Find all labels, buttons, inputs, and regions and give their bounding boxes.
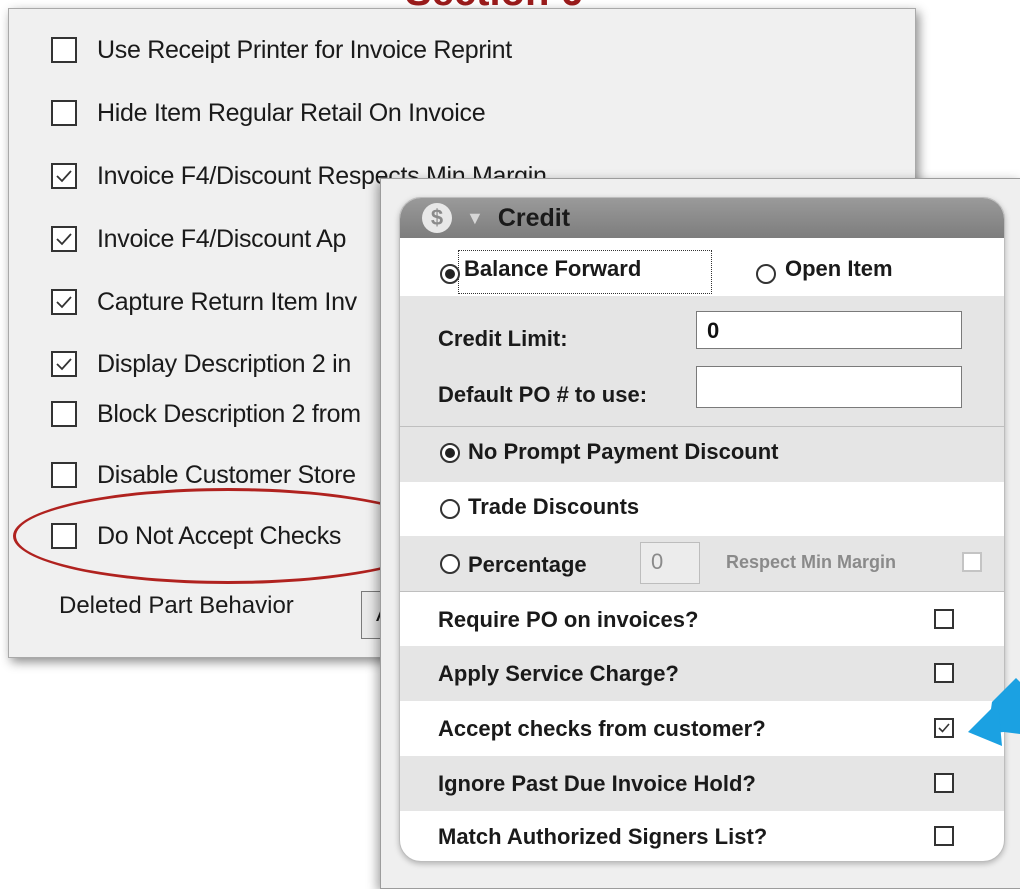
credit-limit-input[interactable]: 0	[696, 311, 962, 349]
apply-service-charge-label: Apply Service Charge?	[438, 661, 679, 686]
option-label: Block Description 2 from	[97, 399, 361, 428]
require-po-label: Require PO on invoices?	[438, 607, 699, 632]
credit-limit-label: Credit Limit:	[438, 326, 568, 351]
match-signers-label: Match Authorized Signers List?	[438, 824, 768, 849]
respect-min-margin-label: Respect Min Margin	[726, 552, 897, 572]
option-checkbox[interactable]	[51, 37, 77, 63]
dollar-icon: $	[422, 203, 452, 233]
open-item-radio[interactable]	[756, 264, 776, 284]
option-checkbox[interactable]	[51, 163, 77, 189]
option-label: Hide Item Regular Retail On Invoice	[97, 98, 486, 127]
collapse-triangle-icon[interactable]: ▼	[466, 208, 484, 229]
option-row[interactable]: Display Description 2 in	[51, 349, 351, 379]
option-checkbox[interactable]	[51, 462, 77, 488]
trade-discounts-row: Trade Discounts	[400, 481, 1004, 536]
match-signers-checkbox[interactable]	[934, 826, 954, 846]
default-po-label: Default PO # to use:	[438, 382, 648, 407]
require-po-row: Require PO on invoices?	[400, 591, 1004, 647]
option-row[interactable]: Hide Item Regular Retail On Invoice	[51, 98, 486, 128]
credit-card: $ ▼ Credit Balance Forward Open Item Cre…	[399, 197, 1005, 862]
ignore-past-due-checkbox[interactable]	[934, 773, 954, 793]
option-row[interactable]: Capture Return Item Inv	[51, 287, 357, 317]
option-label: Do Not Accept Checks	[97, 521, 342, 550]
checkmark-icon	[56, 296, 72, 309]
accept-checks-checkbox[interactable]	[934, 718, 954, 738]
option-row[interactable]: Do Not Accept Checks	[51, 521, 341, 551]
ignore-past-due-label: Ignore Past Due Invoice Hold?	[438, 771, 756, 796]
option-row[interactable]: Disable Customer Store	[51, 460, 356, 490]
option-checkbox[interactable]	[51, 523, 77, 549]
apply-service-charge-checkbox[interactable]	[934, 663, 954, 683]
blue-arrow-icon	[968, 678, 1020, 746]
option-row[interactable]: Invoice F4/Discount Ap	[51, 224, 346, 254]
credit-header[interactable]: $ ▼ Credit	[400, 198, 1004, 238]
billing-type-row: Balance Forward Open Item	[400, 238, 1004, 296]
accept-checks-row: Accept checks from customer?	[400, 701, 1004, 756]
checkmark-icon	[56, 170, 72, 183]
trade-discounts-label[interactable]: Trade Discounts	[468, 494, 639, 520]
open-item-label[interactable]: Open Item	[785, 256, 893, 282]
option-checkbox[interactable]	[51, 226, 77, 252]
option-checkbox[interactable]	[51, 100, 77, 126]
percentage-row: Percentage 0 Respect Min Margin	[400, 536, 1004, 591]
percentage-radio[interactable]	[440, 554, 460, 574]
respect-min-margin-checkbox[interactable]	[962, 552, 982, 572]
no-prompt-discount-row: No Prompt Payment Discount	[400, 426, 1004, 482]
no-prompt-discount-label[interactable]: No Prompt Payment Discount	[468, 439, 778, 465]
option-checkbox[interactable]	[51, 289, 77, 315]
checkmark-icon	[56, 358, 72, 371]
balance-forward-radio[interactable]	[440, 264, 460, 284]
credit-settings-window: $ ▼ Credit Balance Forward Open Item Cre…	[380, 178, 1020, 889]
option-row[interactable]: Use Receipt Printer for Invoice Reprint	[51, 35, 512, 65]
ignore-past-due-row: Ignore Past Due Invoice Hold?	[400, 756, 1004, 811]
no-prompt-discount-radio[interactable]	[440, 443, 460, 463]
require-po-checkbox[interactable]	[934, 609, 954, 629]
credit-fields-section: Credit Limit: 0 Default PO # to use:	[400, 296, 1004, 426]
option-row[interactable]: Block Description 2 from	[51, 399, 361, 429]
accept-checks-label: Accept checks from customer?	[438, 716, 766, 741]
percentage-input[interactable]: 0	[640, 542, 700, 584]
option-label: Use Receipt Printer for Invoice Reprint	[97, 35, 512, 64]
deleted-part-behavior-label: Deleted Part Behavior	[59, 592, 294, 619]
checkmark-icon	[56, 233, 72, 246]
option-label: Invoice F4/Discount Ap	[97, 224, 347, 253]
apply-service-charge-row: Apply Service Charge?	[400, 646, 1004, 701]
option-checkbox[interactable]	[51, 401, 77, 427]
checkmark-icon	[938, 723, 950, 733]
credit-title: Credit	[497, 203, 571, 232]
percentage-label[interactable]: Percentage	[468, 552, 587, 578]
default-po-input[interactable]	[696, 366, 962, 408]
balance-forward-label[interactable]: Balance Forward	[464, 256, 641, 282]
option-label: Capture Return Item Inv	[97, 287, 357, 316]
match-signers-row: Match Authorized Signers List?	[400, 811, 1004, 861]
option-label: Disable Customer Store	[97, 460, 356, 489]
option-label: Display Description 2 in	[97, 349, 352, 378]
trade-discounts-radio[interactable]	[440, 499, 460, 519]
option-checkbox[interactable]	[51, 351, 77, 377]
